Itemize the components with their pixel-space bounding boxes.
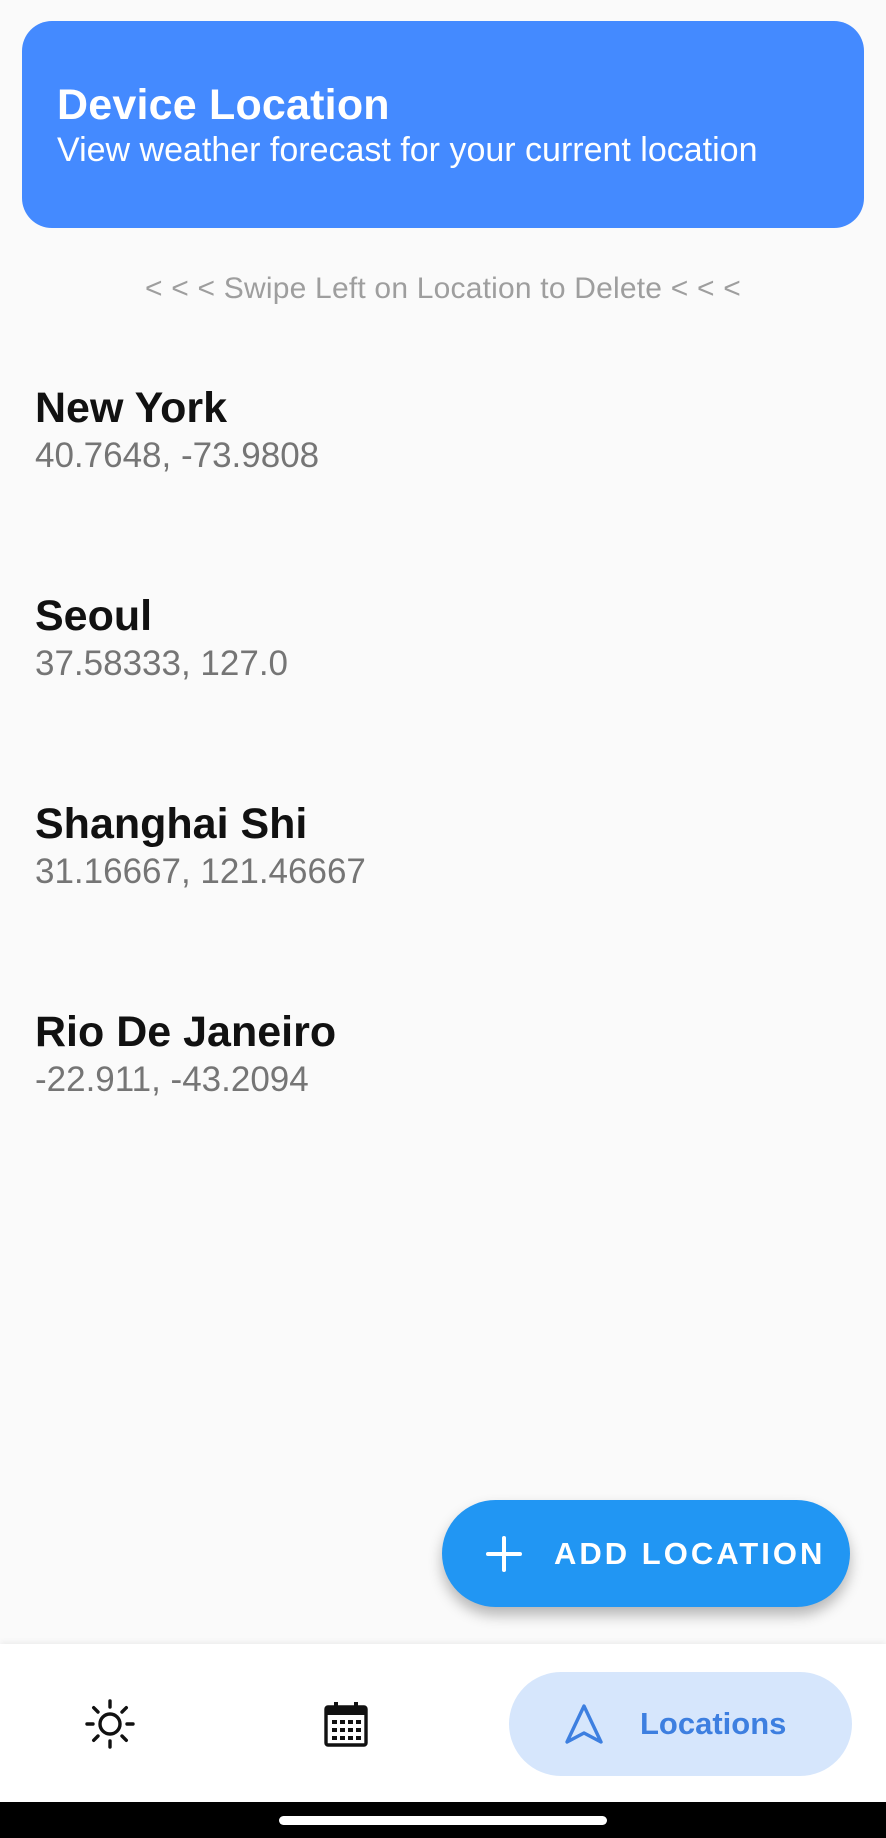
location-coords: 31.16667, 121.46667 [35,852,366,892]
location-item-seoul[interactable]: Seoul 37.58333, 127.0 [0,558,886,766]
location-name: Rio De Janeiro [35,1008,337,1056]
location-coords: 37.58333, 127.0 [35,644,289,684]
location-item-shanghai-shi[interactable]: Shanghai Shi 31.16667, 121.46667 [0,766,886,974]
location-item-new-york[interactable]: New York 40.7648, -73.9808 [0,350,886,558]
swipe-hint: < < < Swipe Left on Location to Delete <… [145,272,741,305]
device-location-title: Device Location [57,81,390,129]
add-location-label: ADD LOCATION [554,1535,826,1571]
location-list: New York 40.7648, -73.9808 Seoul 37.5833… [0,350,886,1182]
add-location-button[interactable]: ADD LOCATION [442,1500,850,1607]
device-location-subtitle: View weather forecast for your current l… [57,131,758,170]
navigation-arrow-icon [565,1704,603,1744]
nav-item-current-weather[interactable] [58,1672,162,1776]
calendar-icon [324,1702,368,1747]
sun-icon [85,1699,135,1749]
locations-screen: Device Location View weather forecast fo… [0,0,886,1838]
nav-item-forecast[interactable] [294,1672,398,1776]
location-coords: -22.911, -43.2094 [35,1060,309,1100]
nav-locations-label: Locations [640,1706,787,1741]
location-item-rio-de-janeiro[interactable]: Rio De Janeiro -22.911, -43.2094 [0,974,886,1182]
location-name: Shanghai Shi [35,800,308,848]
location-name: New York [35,384,227,432]
location-name: Seoul [35,592,153,640]
plus-icon [486,1535,522,1572]
bottom-navigation-bar: Locations [0,1644,886,1802]
home-indicator[interactable] [279,1816,607,1825]
nav-item-locations[interactable]: Locations [509,1672,852,1776]
system-navigation-bar [0,1802,886,1838]
location-coords: 40.7648, -73.9808 [35,436,320,476]
device-location-card[interactable]: Device Location View weather forecast fo… [22,21,864,228]
